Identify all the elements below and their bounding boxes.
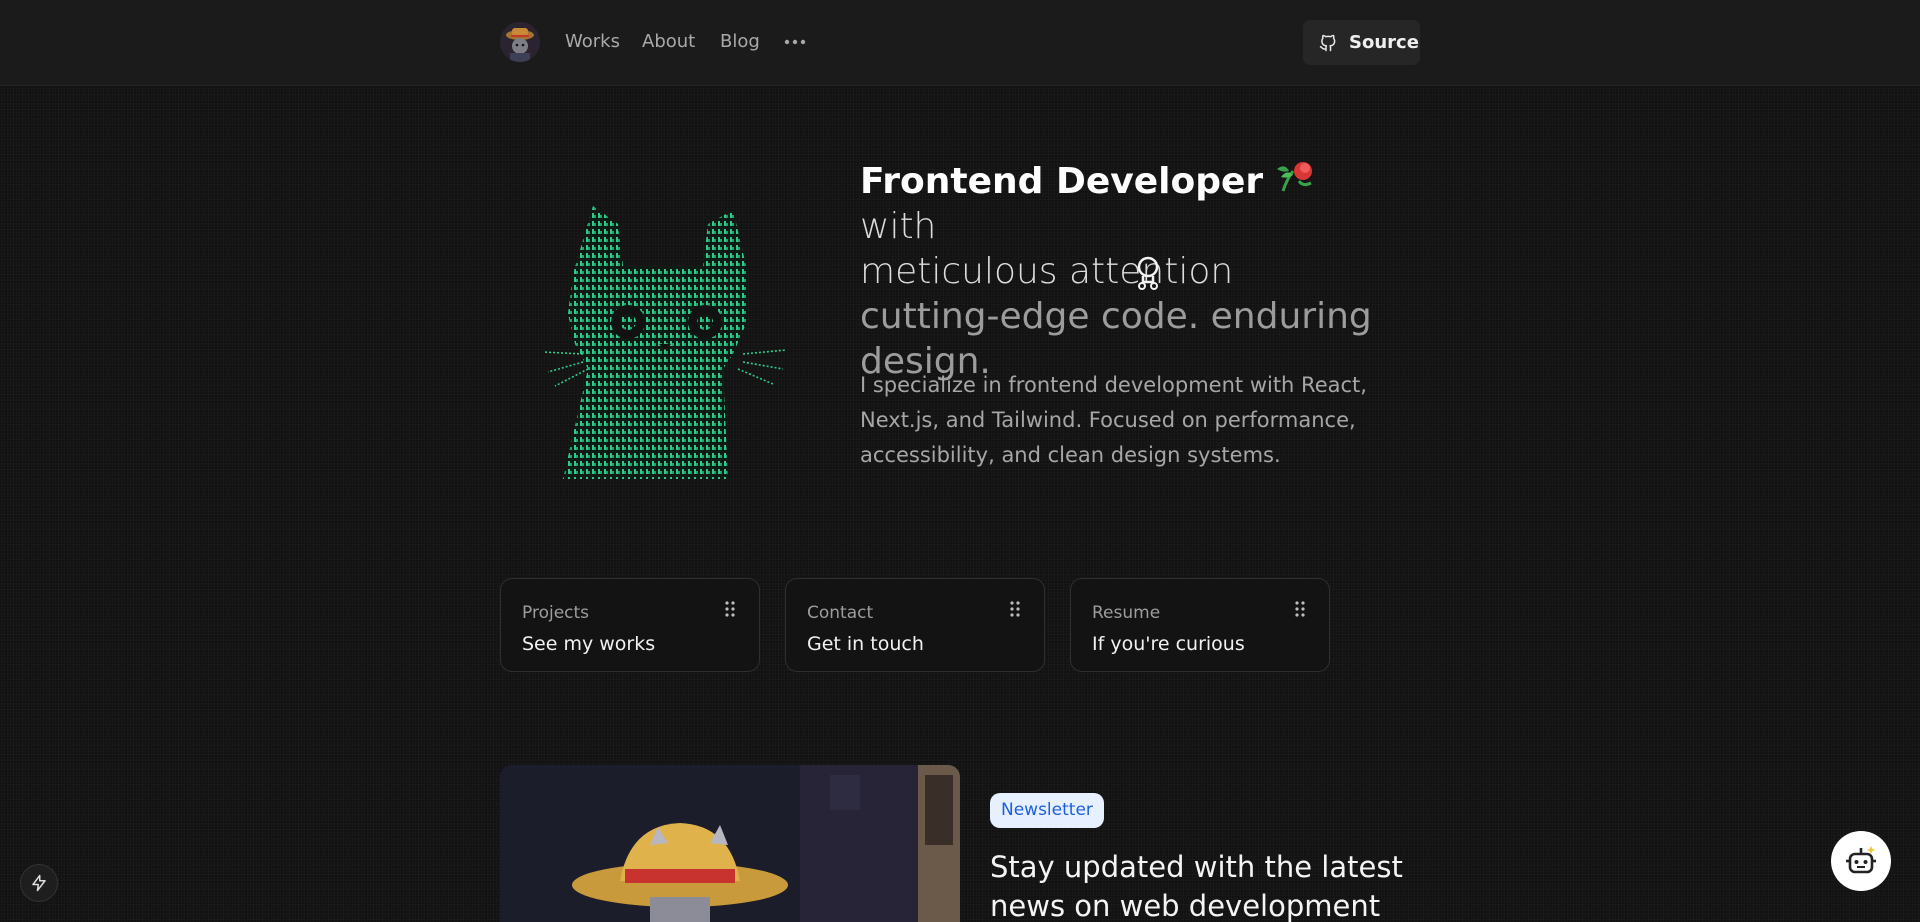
card-title: If you're curious [1092,633,1245,655]
card-title: See my works [522,633,656,655]
card-caption: Contact [807,603,874,623]
bolt-button[interactable] [20,864,58,902]
newsletter-image [500,765,960,922]
newsletter-badge: Newsletter [990,793,1104,828]
ascii-cat-icon [542,204,788,482]
nav-works[interactable]: Works [565,31,620,53]
rose-icon [1275,157,1319,197]
card-caption: Projects [522,603,590,623]
top-navbar: Works About Blog Source [0,0,1920,86]
github-icon [1319,34,1336,51]
lightbulb-icon [1132,255,1164,291]
avatar-icon [500,22,540,62]
hero-title-strong: Frontend Developer [860,161,1264,202]
card-title: Get in touch [807,633,924,655]
avatar[interactable] [500,22,540,62]
card-projects[interactable]: Projects See my works [500,578,760,672]
more-horizontal-icon[interactable] [782,30,808,54]
hero-title-line2: meticulous attention [860,251,1234,292]
card-caption: Resume [1092,603,1161,623]
source-button[interactable]: Source [1303,20,1420,65]
drag-handle-icon[interactable] [1295,601,1305,617]
card-resume[interactable]: Resume If you're curious [1070,578,1330,672]
nav-about[interactable]: About [642,31,695,53]
bolt-icon [32,874,46,892]
hero-description: I specialize in frontend development wit… [860,373,1367,467]
card-contact[interactable]: Contact Get in touch [785,578,1045,672]
drag-handle-icon[interactable] [725,601,735,617]
hero-title-with: with [860,206,937,247]
newsletter-title: Stay updated with the latest news on web… [990,850,1403,922]
robot-icon [1846,846,1876,874]
hero-title: Frontend Developer with meticulous atten… [860,157,1380,384]
nav-blog[interactable]: Blog [720,31,760,53]
chatbot-button[interactable] [1831,831,1891,891]
drag-handle-icon[interactable] [1010,601,1020,617]
source-button-label: Source [1349,32,1419,53]
